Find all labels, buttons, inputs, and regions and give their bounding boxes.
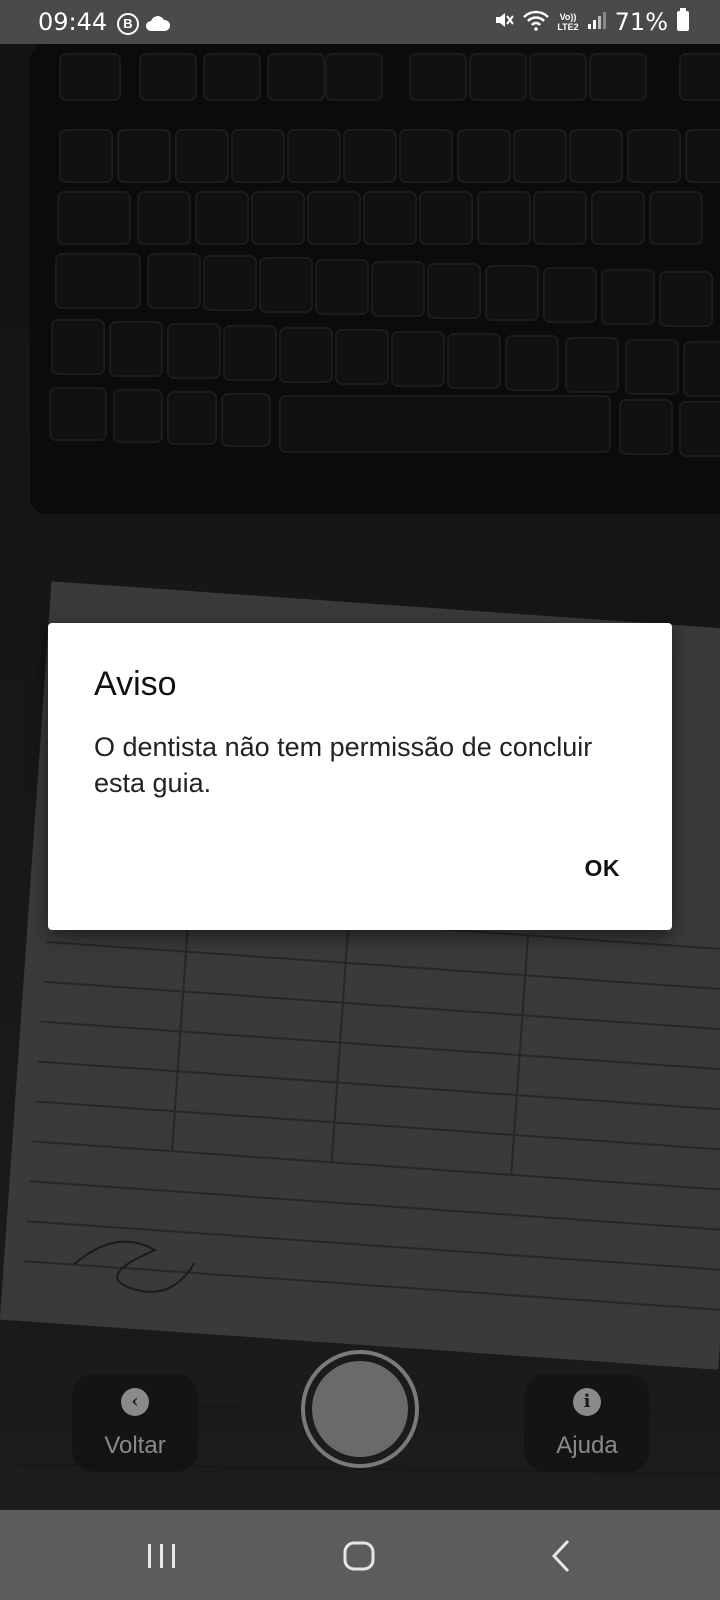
alert-dialog: Aviso O dentista não tem permissão de co…: [48, 623, 672, 930]
status-icons: Vo)) LTE2 71%: [493, 7, 690, 37]
help-label: Ajuda: [556, 1432, 618, 1459]
back-icon[interactable]: [540, 1534, 584, 1578]
navigation-bar: [0, 1510, 720, 1600]
home-icon[interactable]: [338, 1534, 382, 1578]
status-bar: 09:44 B Vo)) LTE2 71%: [0, 0, 720, 44]
volte-label: Vo)): [559, 12, 577, 22]
signal-icon: [587, 10, 607, 35]
battery-icon: [676, 7, 690, 37]
help-button[interactable]: i Ajuda: [524, 1374, 650, 1472]
back-button[interactable]: ‹ Voltar: [72, 1374, 198, 1472]
network-type: Vo)) LTE2: [557, 12, 578, 32]
shutter-button[interactable]: [301, 1350, 419, 1468]
status-time: 09:44: [38, 8, 108, 36]
b-badge-icon: B: [117, 13, 139, 35]
cloud-icon: [145, 14, 171, 37]
info-icon: i: [573, 1388, 601, 1416]
chevron-left-icon: ‹: [121, 1388, 149, 1416]
battery-percent: 71%: [614, 8, 668, 36]
wifi-icon: [523, 9, 550, 36]
dialog-title: Aviso: [94, 665, 177, 703]
back-label: Voltar: [104, 1432, 166, 1459]
recents-icon[interactable]: [140, 1534, 184, 1578]
dialog-message: O dentista não tem permissão de concluir…: [94, 732, 593, 798]
mute-icon: [493, 9, 515, 36]
lte-label: LTE2: [557, 22, 579, 32]
ok-button[interactable]: OK: [585, 855, 621, 882]
shutter-icon: [312, 1361, 408, 1457]
